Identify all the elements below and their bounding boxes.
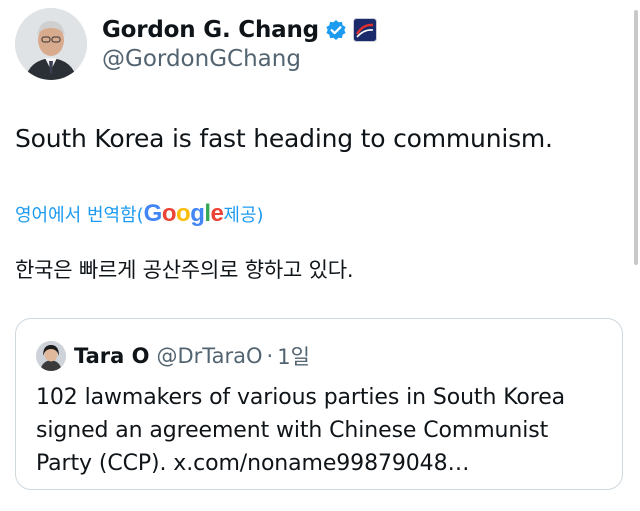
author-name-row: Gordon G. Chang — [102, 14, 377, 46]
scrollbar-thumb[interactable] — [634, 10, 638, 265]
author-name[interactable]: Gordon G. Chang — [102, 17, 319, 43]
translate-prefix: 영어에서 번역함( — [15, 205, 144, 226]
google-logo: Google — [143, 200, 224, 227]
quoted-author-handle[interactable]: @DrTaraO — [156, 344, 262, 368]
quoted-tweet-card[interactable]: Tara O @DrTaraO · 1일 102 lawmakers of va… — [15, 318, 623, 490]
quoted-tweet-header: Tara O @DrTaraO · 1일 — [36, 341, 310, 371]
tweet-text: South Korea is fast heading to communism… — [15, 124, 553, 153]
quoted-tweet-text: 102 lawmakers of various parties in Sout… — [36, 385, 566, 476]
quoted-timestamp[interactable]: 1일 — [277, 341, 310, 371]
translate-suffix: 제공) — [223, 205, 264, 226]
author-avatar[interactable] — [15, 8, 87, 80]
scrollbar[interactable] — [633, 0, 640, 511]
author-handle[interactable]: @GordonGChang — [102, 46, 301, 72]
translated-text: 한국은 빠르게 공산주의로 향하고 있다. — [15, 258, 354, 282]
quoted-separator: · — [266, 344, 274, 368]
affiliate-badge-icon[interactable] — [352, 18, 377, 42]
verified-badge-icon — [325, 19, 347, 41]
quoted-author-avatar[interactable] — [36, 341, 66, 371]
quoted-author-name[interactable]: Tara O — [74, 344, 149, 368]
translation-attribution[interactable]: 영어에서 번역함( Google 제공) — [15, 200, 264, 228]
